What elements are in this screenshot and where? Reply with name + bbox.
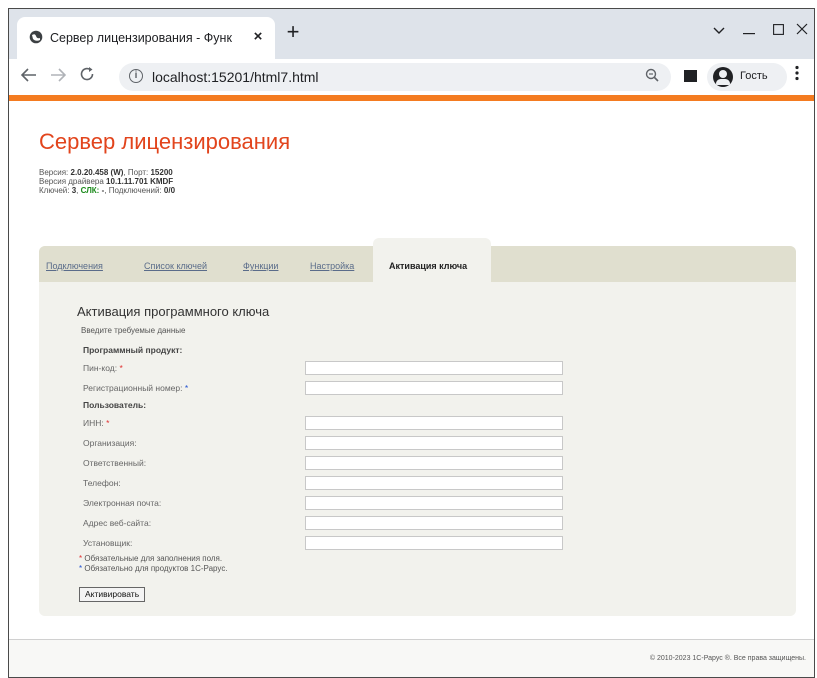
port-value: 15200 [150,168,173,177]
pin-label-text: Пин-код: [83,363,118,373]
slk-label: СЛК: [80,186,100,195]
new-tab-button[interactable]: + [282,21,304,44]
tab-close-icon[interactable]: × [249,28,267,46]
inn-label: ИНН: * [83,418,109,428]
reload-icon[interactable] [75,65,99,89]
zoom-icon[interactable] [645,68,659,85]
footer-divider [9,639,814,640]
main-panel: Подключения Список ключей Функции Настро… [39,238,796,616]
port-label: , Порт: [123,168,149,177]
version-value: 2.0.20.458 (W) [70,168,124,177]
installer-label: Установщик: [83,538,133,548]
inn-field[interactable] [305,416,563,430]
activate-button[interactable]: Активировать [79,587,146,602]
driver-line: Версия драйвера 10.1.11.701 KMDF [39,177,173,186]
reg-label: Регистрационный номер: * [83,383,188,393]
group-product-label: Программный продукт: [83,345,183,355]
organization-field[interactable] [305,436,563,450]
browser-window: Сервер лицензирования - Функ × + i local… [8,8,815,678]
title-bar: Сервер лицензирования - Функ × + [9,9,814,59]
address-toolbar: i localhost:15201/html7.html Гость [9,59,814,95]
required-mark-blue: * [184,383,189,393]
reg-number-field[interactable] [305,381,563,395]
address-bar[interactable]: i localhost:15201/html7.html [119,63,671,91]
reg-label-text: Регистрационный номер: [83,383,183,393]
side-panel-icon[interactable] [684,70,697,82]
form-subtitle: Введите требуемые данные [81,326,186,335]
back-arrow-icon[interactable] [17,65,41,89]
tab-key-activation[interactable]: Активация ключа [373,238,491,282]
tab-search-chevron-icon[interactable] [704,17,734,43]
pin-field[interactable] [305,361,563,375]
phone-label: Телефон: [83,478,121,488]
org-label: Организация: [83,438,137,448]
note-rarus: * Обязательно для продуктов 1С-Рарус. [79,564,228,573]
installer-field[interactable] [305,536,563,550]
profile-button[interactable]: Гость [707,63,787,91]
connections-label: , Подключений: [104,186,162,195]
page-content: Сервер лицензирования Версия: 2.0.20.458… [9,101,814,677]
website-field[interactable] [305,516,563,530]
url-text[interactable]: localhost:15201/html7.html [152,69,319,85]
keys-line: Ключей: 3, СЛК: -, Подключений: 0/0 [39,186,176,195]
group-user-label: Пользователь: [83,400,147,410]
tab-key-list[interactable]: Список ключей [144,261,207,271]
browser-tab[interactable]: Сервер лицензирования - Функ × [17,17,275,59]
driver-value: 10.1.11.701 KMDF [106,177,174,186]
copyright-text: © 2010-2023 1С-Рарус ®. Все права защище… [649,655,806,662]
phone-field[interactable] [305,476,563,490]
keys-value: 3 [71,186,77,195]
note-required: * Обязательные для заполнения поля. [79,554,222,563]
email-label: Электронная почта: [83,498,162,508]
connections-value: 0/0 [163,186,176,195]
tab-title: Сервер лицензирования - Функ [50,31,232,45]
version-label: Версия: [39,168,69,177]
required-mark: * [119,363,123,373]
tab-functions[interactable]: Функции [243,261,278,271]
profile-label: Гость [740,70,768,82]
required-mark: * [79,554,83,563]
globe-icon [29,30,43,44]
required-mark-blue: * [79,564,83,573]
website-label: Адрес веб-сайта: [83,518,152,528]
minimize-icon[interactable] [734,17,764,43]
inn-label-text: ИНН: [83,418,104,428]
page-title: Сервер лицензирования [39,129,291,154]
version-line: Версия: 2.0.20.458 (W), Порт: 15200 [39,168,173,177]
note-rarus-text: Обязательно для продуктов 1С-Рарус. [84,564,228,573]
responsible-field[interactable] [305,456,563,470]
more-menu-icon[interactable] [795,65,799,89]
email-field[interactable] [305,496,563,510]
site-info-icon[interactable]: i [129,69,143,83]
note-required-text: Обязательные для заполнения поля. [84,554,223,563]
avatar-icon [713,67,733,87]
forward-arrow-icon[interactable] [46,65,70,89]
pin-label: Пин-код: * [83,363,123,373]
tab-connections[interactable]: Подключения [46,261,103,271]
tab-key-activation-label: Активация ключа [389,261,468,271]
responsible-label: Ответственный: [83,458,147,468]
driver-label: Версия драйвера [39,177,104,186]
close-window-icon[interactable] [787,17,814,43]
keys-label: Ключей: [39,186,70,195]
form-title: Активация программного ключа [77,304,270,319]
tab-settings[interactable]: Настройка [310,261,354,271]
required-mark: * [106,418,110,428]
